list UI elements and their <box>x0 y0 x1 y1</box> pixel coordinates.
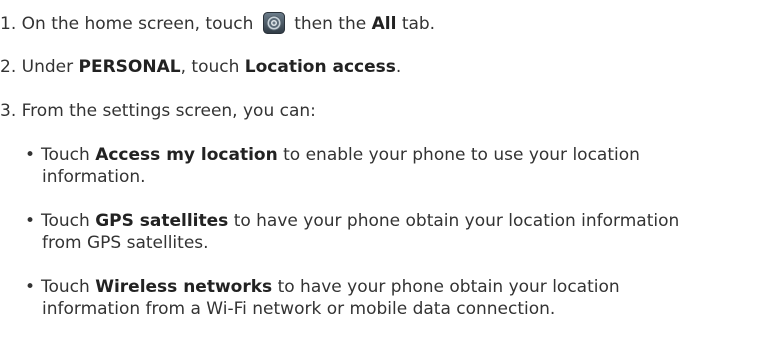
option-name-gps-satellites: GPS satellites <box>95 211 229 231</box>
bullet-text: to have your phone obtain your location … <box>233 211 680 231</box>
step-1: 1. On the home screen, touch then the Al… <box>0 12 435 35</box>
bullet-symbol: • <box>25 277 36 297</box>
step-text: tab. <box>401 14 436 34</box>
bullet-text: information. <box>42 167 146 187</box>
bullet-item-2: • Touch GPS satellites to have your phone… <box>25 210 679 232</box>
step-text: From the settings screen, you can: <box>21 101 316 121</box>
instructions-document: 1. On the home screen, touch then the Al… <box>0 0 759 361</box>
bullet-item-3: • Touch Wireless networks to have your ph… <box>25 276 620 298</box>
bullet-text: Touch <box>41 145 90 165</box>
step-number: 1. <box>0 14 17 34</box>
step-text: , touch <box>180 57 240 77</box>
step-number: 3. <box>0 101 17 121</box>
settings-gear-icon <box>262 12 285 34</box>
step-number: 2. <box>0 57 17 77</box>
menu-name-location-access: Location access <box>244 57 396 77</box>
bullet-symbol: • <box>25 211 36 231</box>
bullet-text: Touch <box>41 277 90 297</box>
step-text: Under <box>21 57 74 77</box>
bullet-item-1-continuation: information. <box>25 166 146 188</box>
bullet-item-2-continuation: from GPS satellites. <box>25 232 209 254</box>
tab-name-all: All <box>371 14 397 34</box>
bullet-symbol: • <box>25 145 36 165</box>
step-3: 3. From the settings screen, you can: <box>0 100 316 122</box>
bullet-text: information from a Wi-Fi network or mobi… <box>42 299 556 319</box>
bullet-text: to enable your phone to use your locatio… <box>283 145 640 165</box>
bullet-text: Touch <box>41 211 90 231</box>
step-text: . <box>395 57 402 77</box>
bullet-item-3-continuation: information from a Wi-Fi network or mobi… <box>25 298 555 320</box>
step-text: On the home screen, touch <box>21 14 254 34</box>
step-2: 2. Under PERSONAL, touch Location access… <box>0 56 401 78</box>
step-text: then the <box>294 14 367 34</box>
bullet-text: from GPS satellites. <box>42 233 209 253</box>
bullet-text: to have your phone obtain your location <box>277 277 620 297</box>
bullet-item-1: • Touch Access my location to enable your… <box>25 144 640 166</box>
option-name-wireless-networks: Wireless networks <box>95 277 273 297</box>
section-name-personal: PERSONAL <box>78 57 181 77</box>
option-name-access-my-location: Access my location <box>95 145 278 165</box>
